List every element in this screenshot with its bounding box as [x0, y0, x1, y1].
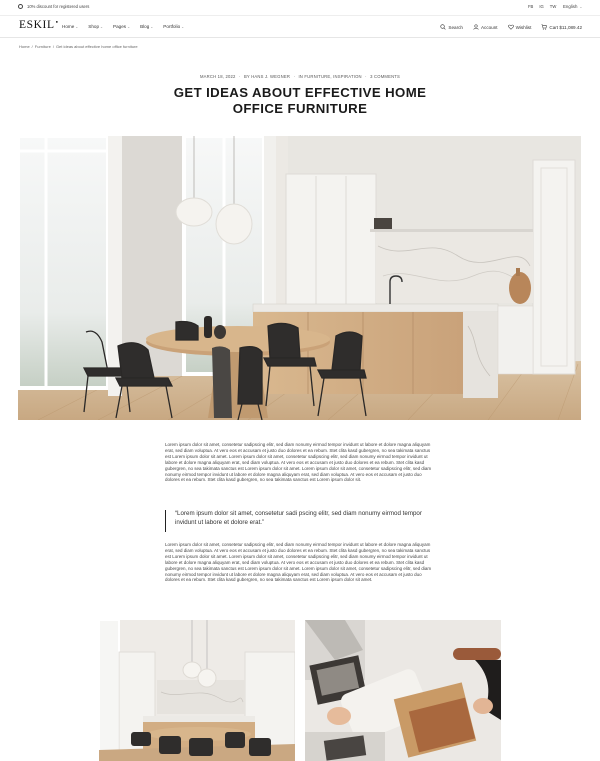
discount-icon — [18, 4, 23, 9]
kitchen-thumbnail-illustration — [99, 620, 295, 761]
cart-button[interactable]: Cart $11,089.42 — [541, 24, 582, 30]
article-paragraph: Lorem ipsum dolor sit amet, consetetur s… — [165, 542, 432, 583]
article-meta: MARCH 18, 2022 · BY HANS J. WEGNER · IN … — [0, 74, 600, 79]
logo-text: ESKIL — [19, 19, 55, 31]
language-label: English — [563, 4, 578, 9]
chevron-down-icon: ⌄ — [127, 24, 131, 29]
article-title: GET IDEAS ABOUT EFFECTIVE HOME OFFICE FU… — [173, 85, 427, 116]
heart-icon — [507, 24, 514, 30]
search-icon — [440, 24, 447, 30]
breadcrumb-separator: / — [31, 44, 33, 49]
social-link-facebook[interactable]: FB — [528, 4, 533, 9]
menu-item-blog[interactable]: Blog ⌄ — [140, 24, 153, 29]
hero-image — [18, 136, 581, 420]
menu-item-pages[interactable]: Pages ⌄ — [113, 24, 130, 29]
menu-item-portfolio[interactable]: Portfolio ⌄ — [163, 24, 184, 29]
wishlist-button[interactable]: Wishlist — [507, 24, 532, 30]
header-actions: Search Account Wishlist Cart $11,089.42 — [440, 24, 582, 30]
chevron-down-icon: ⌄ — [150, 24, 154, 29]
materials-thumbnail-illustration — [305, 620, 501, 761]
kitchen-dining-illustration — [18, 136, 581, 420]
user-icon — [473, 24, 479, 30]
account-button[interactable]: Account — [473, 24, 498, 30]
menu-item-label: Shop — [88, 24, 100, 29]
main-menu: Home ⌄ Shop ⌄ Pages ⌄ Blog ⌄ Portfolio ⌄ — [62, 24, 184, 29]
menu-item-label: Blog — [140, 24, 150, 29]
pull-quote: “Lorem ipsum dolor sit amet, consetetur … — [165, 510, 435, 532]
social-link-twitter[interactable]: TW — [550, 4, 557, 9]
pull-quote-text: “Lorem ipsum dolor sit amet, consetetur … — [175, 510, 422, 526]
meta-separator: · — [365, 74, 367, 79]
chevron-down-icon: ⌄ — [100, 24, 104, 29]
cart-label: Cart $11,089.42 — [549, 24, 582, 30]
menu-item-home[interactable]: Home ⌄ — [62, 24, 78, 29]
menu-item-label: Home — [62, 24, 75, 29]
menu-item-shop[interactable]: Shop ⌄ — [88, 24, 103, 29]
article-date: MARCH 18, 2022 — [199, 74, 236, 79]
search-button[interactable]: Search — [440, 24, 463, 30]
article-categories[interactable]: IN FURNITURE, INSPIRATION — [298, 74, 361, 79]
wishlist-label: Wishlist — [515, 24, 532, 30]
breadcrumb-separator: / — [52, 44, 54, 49]
gallery-image-kitchen — [99, 620, 295, 761]
language-selector[interactable]: English ⌄ — [563, 4, 582, 9]
account-label: Account — [480, 24, 498, 30]
chevron-down-icon: ⌄ — [579, 4, 583, 9]
article-comments-link[interactable]: 3 COMMENTS — [370, 74, 400, 79]
promo-text: 10% discount for registered users — [27, 4, 90, 9]
chevron-down-icon: ⌄ — [181, 24, 185, 29]
promo-notice: 10% discount for registered users — [18, 4, 89, 9]
logo[interactable]: ESKIL● — [19, 19, 59, 31]
chevron-down-icon: ⌄ — [75, 24, 79, 29]
search-label: Search — [448, 24, 463, 30]
article-paragraph: Lorem ipsum dolor sit amet, consetetur s… — [165, 442, 432, 483]
breadcrumb-category[interactable]: Furniture — [35, 44, 51, 49]
social-links: FB IG TW — [528, 4, 556, 9]
gallery-image-materials — [305, 620, 501, 761]
breadcrumb: Home / Furniture / Get ideas about effec… — [19, 44, 138, 49]
cart-icon — [541, 24, 548, 30]
menu-item-label: Pages — [113, 24, 127, 29]
meta-separator: · — [238, 74, 241, 79]
main-header: ESKIL● Home ⌄ Shop ⌄ Pages ⌄ Blog ⌄ Portfoli… — [0, 16, 600, 38]
breadcrumb-current: Get ideas about effective home office fu… — [55, 44, 138, 49]
meta-separator: · — [293, 74, 296, 79]
menu-item-label: Portfolio — [163, 24, 181, 29]
breadcrumb-home[interactable]: Home — [19, 44, 30, 49]
article-author[interactable]: BY HANS J. WEGNER — [244, 74, 290, 79]
top-bar: 10% discount for registered users FB IG … — [0, 0, 600, 16]
social-link-instagram[interactable]: IG — [539, 4, 543, 9]
logo-mark: ● — [55, 19, 59, 24]
